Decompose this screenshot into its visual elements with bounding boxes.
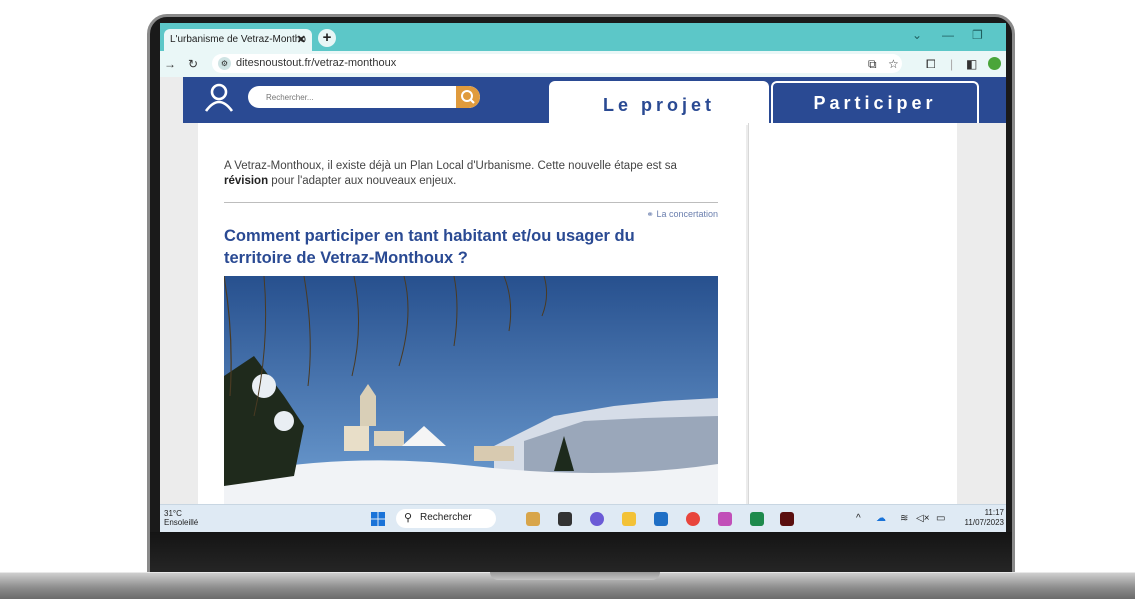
intro-bold: révision (224, 175, 269, 187)
app-icon-chat[interactable] (590, 512, 604, 526)
intro-paragraph: A Vetraz-Monthoux, il existe déjà un Pla… (224, 159, 724, 189)
app-icon-widgets[interactable] (526, 512, 540, 526)
close-tab-icon[interactable]: ✕ (297, 33, 306, 46)
tray-chevron-icon[interactable]: ^ (856, 513, 861, 524)
tab-search-icon[interactable]: ⌄ (912, 28, 922, 42)
taskbar-search-label: Rechercher (420, 512, 472, 523)
forward-icon[interactable]: → (164, 57, 176, 71)
user-icon[interactable] (203, 83, 235, 113)
intro-text: A Vetraz-Monthoux, il existe déjà un Pla… (224, 160, 677, 172)
tab-participer[interactable]: Participer (771, 81, 979, 123)
search-icon (461, 90, 475, 104)
side-panel (748, 123, 957, 504)
divider (224, 202, 718, 203)
extensions-icon[interactable]: ⧠ (926, 57, 936, 72)
laptop-bezel (150, 532, 1012, 574)
battery-icon[interactable]: ▭ (936, 513, 945, 524)
search-icon: ⚲ (404, 512, 413, 524)
link-icon: ⚭ (646, 209, 654, 219)
system-clock[interactable]: 11:17 11/07/2023 (956, 508, 1004, 528)
address-bar[interactable]: ⚙ ditesnoustout.fr/vetraz-monthoux (212, 54, 902, 73)
web-page: Le projet Participer A Vetraz-Monthoux, … (160, 77, 1006, 504)
restore-icon[interactable]: ❐ (972, 28, 983, 42)
share-icon[interactable]: ⧉ (868, 57, 877, 72)
clock-date: 11/07/2023 (964, 518, 1004, 527)
site-header: Le projet Participer (183, 77, 1006, 125)
taskbar-search[interactable]: ⚲ Rechercher (396, 509, 496, 528)
laptop-notch (490, 572, 660, 580)
app-icon-taskview[interactable] (558, 512, 572, 526)
category-tag-label: La concertation (656, 209, 718, 219)
windows-start-icon[interactable] (371, 512, 385, 526)
url-text: ditesnoustout.fr/vetraz-monthoux (236, 57, 397, 69)
bookmark-star-icon[interactable]: ☆ (888, 57, 899, 71)
browser-tabbar: L'urbanisme de Vetraz-Montho ✕ + ⌄ — ❐ (160, 23, 1006, 51)
weather-widget[interactable]: 31°C Ensoleillé (164, 509, 198, 527)
article-title[interactable]: Comment participer en tant habitant et/o… (224, 225, 694, 269)
app-icon-outlook[interactable] (654, 512, 668, 526)
onedrive-cloud-icon[interactable]: ☁ (876, 513, 886, 524)
reload-icon[interactable]: ↻ (188, 57, 198, 71)
volume-icon[interactable]: ◁× (916, 513, 930, 524)
browser-tab-title: L'urbanisme de Vetraz-Montho (170, 34, 306, 45)
category-tag[interactable]: ⚭ La concertation (598, 209, 718, 220)
tab-le-projet[interactable]: Le projet (549, 81, 769, 125)
site-search-input[interactable] (248, 86, 466, 108)
site-search-button[interactable] (456, 86, 480, 108)
weather-desc: Ensoleillé (164, 518, 199, 527)
app-icon-excel[interactable] (750, 512, 764, 526)
app-icon-chrome[interactable] (686, 512, 700, 526)
app-icon-app[interactable] (718, 512, 732, 526)
site-search (248, 86, 480, 108)
browser-tab[interactable]: L'urbanisme de Vetraz-Montho ✕ (164, 29, 312, 51)
browser-toolbar: → ↻ ⚙ ditesnoustout.fr/vetraz-monthoux ⧉… (160, 51, 1006, 77)
wifi-icon[interactable]: ≋ (900, 513, 908, 524)
new-tab-button[interactable]: + (318, 29, 336, 47)
minimize-icon[interactable]: — (942, 28, 954, 42)
intro-rest: pour l'adapter aux nouveaux enjeux. (268, 175, 457, 187)
clock-time: 11:17 (984, 508, 1004, 517)
taskbar: 31°C Ensoleillé ⚲ Rechercher ^ ☁ ≋ ◁× ▭ … (160, 504, 1006, 532)
side-panel-icon[interactable]: ◧ (966, 57, 977, 71)
laptop-screen: L'urbanisme de Vetraz-Montho ✕ + ⌄ — ❐ →… (160, 23, 1006, 532)
village-photo (224, 276, 718, 504)
app-icon-explorer[interactable] (622, 512, 636, 526)
toolbar-divider: | (950, 57, 954, 71)
profile-avatar[interactable] (988, 57, 1001, 70)
app-icon-illustrator[interactable] (780, 512, 794, 526)
article-content: A Vetraz-Monthoux, il existe déjà un Pla… (198, 123, 746, 504)
site-info-icon[interactable]: ⚙ (218, 57, 231, 70)
weather-temp: 31°C (164, 509, 182, 518)
